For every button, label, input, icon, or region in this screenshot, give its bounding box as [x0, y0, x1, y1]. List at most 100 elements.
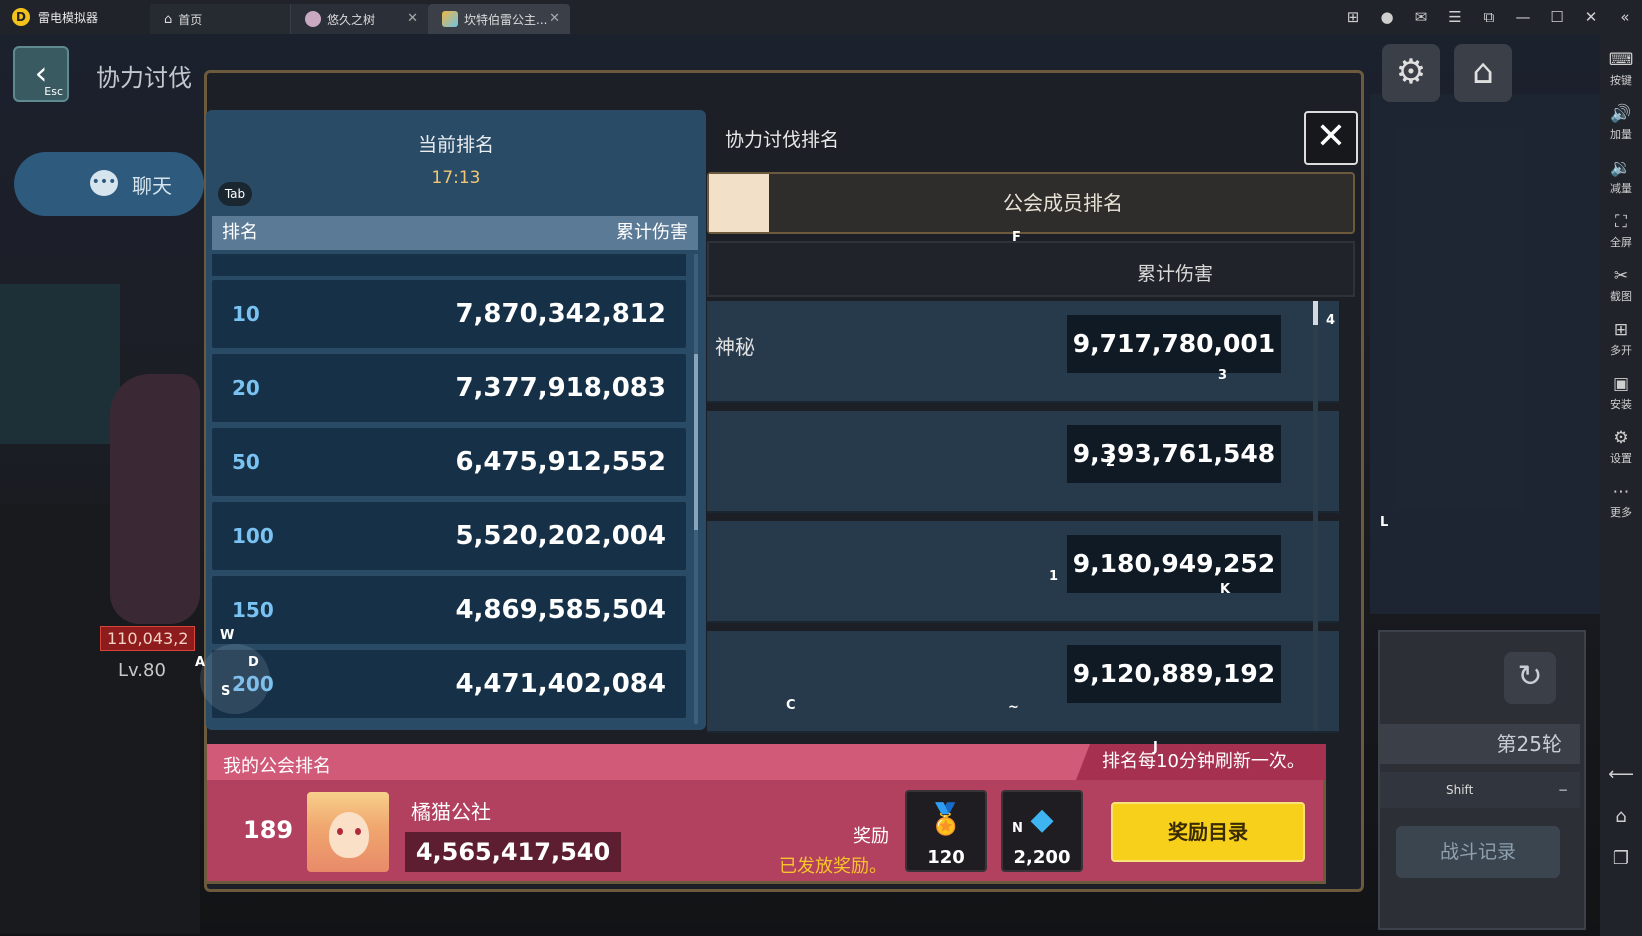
tab-game-tree-label: 悠久之树	[327, 12, 376, 27]
reward-item[interactable]: 🏅 120	[905, 790, 987, 872]
window-controls: ⊞ ● ✉ ☰ ⧉ — ☐ ✕ «	[1336, 0, 1642, 34]
damage-value: 5,520,202,004	[455, 521, 666, 551]
shift-key-row: Shift −	[1380, 772, 1580, 808]
dialog-title: 协力讨伐排名	[725, 129, 840, 151]
sidebar-item-label: 截图	[1610, 290, 1632, 303]
member-damage: 9,393,761,548	[1067, 425, 1281, 483]
sidebar-item-volume-down[interactable]: 🔉 减量	[1600, 158, 1642, 196]
back-button[interactable]: ‹ Esc	[13, 46, 69, 102]
rank-value: 150	[232, 598, 274, 622]
esc-key-hint: Esc	[44, 85, 63, 98]
nav-back-icon[interactable]: ⟵	[1600, 764, 1642, 785]
scissors-icon: ✂	[1613, 266, 1629, 286]
game-viewport: ‹ Esc 协力讨伐 ••• 聊天 110,043,2 Lv.80 ⚙ ⌂ ↻ …	[0, 34, 1600, 936]
tab-guild-member-ranking[interactable]: 公会成员排名	[773, 174, 1353, 232]
level-label: Lv.80	[118, 660, 166, 681]
nav-recent-icon[interactable]: ❐	[1600, 848, 1642, 869]
virtual-joystick[interactable]	[200, 644, 270, 714]
scrollbar-thumb[interactable]	[694, 354, 698, 530]
tab-game-tree[interactable]: 悠久之树 ✕	[290, 4, 428, 34]
refresh-icon[interactable]: ↻	[1504, 652, 1556, 704]
tab-key-hint: Tab	[218, 182, 252, 206]
sidebar-item-more[interactable]: ⋯ 更多	[1600, 482, 1642, 520]
tab-home[interactable]: ⌂ 首页	[150, 4, 290, 34]
collapse-icon[interactable]: «	[1608, 8, 1642, 26]
sidebar-item-label: 设置	[1610, 452, 1632, 465]
key-hint-k: K	[1220, 582, 1231, 597]
reward-list-button[interactable]: 奖励目录	[1111, 802, 1305, 862]
close-dialog-button[interactable]: ✕	[1304, 111, 1358, 165]
member-damage: 9,180,949,252	[1067, 535, 1281, 593]
sidebar-item-label: 按键	[1610, 74, 1632, 87]
ranking-scrollbar[interactable]	[694, 254, 698, 724]
fullscreen-icon: ⛶	[1615, 212, 1627, 232]
col-damage: 累计伤害	[616, 222, 688, 243]
damage-value: 7,377,918,083	[455, 373, 666, 403]
rank-value: 20	[232, 376, 260, 400]
scrollbar-thumb[interactable]	[1313, 301, 1318, 325]
hp-value: 110,043,2	[100, 626, 196, 651]
avatar-eye	[337, 828, 343, 835]
sidebar-item-label: 全屏	[1610, 236, 1632, 249]
tab-princess-connect-label: 坎特伯雷公主...	[464, 12, 548, 27]
close-icon[interactable]: ✕	[407, 11, 418, 26]
tab-princess-connect[interactable]: 坎特伯雷公主... ✕	[428, 4, 570, 34]
member-row[interactable]: 9,120,889,192	[707, 631, 1339, 733]
chat-button[interactable]: ••• 聊天	[14, 152, 204, 216]
member-row[interactable]: 神秘 9,717,780,001	[707, 301, 1339, 403]
battle-log-button[interactable]: 战斗记录	[1396, 826, 1560, 878]
member-list-scrollbar[interactable]	[1313, 301, 1318, 731]
member-damage: 9,120,889,192	[1067, 645, 1281, 703]
restore-icon[interactable]: ⧉	[1472, 8, 1506, 26]
settings-gear-icon[interactable]: ⚙	[1382, 44, 1440, 102]
chat-label: 聊天	[132, 173, 172, 198]
current-ranking-title: 当前排名	[417, 134, 494, 156]
maximize-icon[interactable]: ☐	[1540, 8, 1574, 26]
reward-qty: 2,200	[1013, 847, 1071, 868]
my-guild-damage: 4,565,417,540	[405, 832, 621, 872]
my-guild-title: 我的公会排名	[223, 756, 331, 777]
sidebar-item-keys[interactable]: ⌨ 按键	[1600, 50, 1642, 88]
keyboard-icon: ⌨	[1608, 50, 1634, 70]
close-icon[interactable]: ✕	[549, 11, 560, 26]
sidebar-item-multi[interactable]: ⊞ 多开	[1600, 320, 1642, 358]
sidebar-item-settings[interactable]: ⚙ 设置	[1600, 428, 1642, 466]
current-ranking-header: 排名 累计伤害	[212, 216, 698, 250]
medal-icon: 🏅	[927, 802, 965, 837]
sidebar-item-screenshot[interactable]: ✂ 截图	[1600, 266, 1642, 304]
list-item: 50 6,475,912,552	[212, 428, 686, 496]
close-window-icon[interactable]: ✕	[1574, 8, 1608, 26]
sidebar-item-fullscreen[interactable]: ⛶ 全屏	[1600, 212, 1642, 250]
list-item: 10 7,870,342,812	[212, 280, 686, 348]
sidebar-item-label: 多开	[1610, 344, 1632, 357]
key-hint-tilde: ~	[1008, 700, 1019, 715]
sidebar-item-volume-up[interactable]: 🔊 加量	[1600, 104, 1642, 142]
home-button-icon[interactable]: ⌂	[1454, 44, 1512, 102]
mail-icon[interactable]: ✉	[1404, 8, 1438, 26]
list-item: 20 7,377,918,083	[212, 354, 686, 422]
damage-value: 6,475,912,552	[455, 447, 666, 477]
member-row[interactable]: 9,393,761,548	[707, 411, 1339, 513]
emulator-titlebar: D 雷电模拟器 ⌂ 首页 悠久之树 ✕ 坎特伯雷公主... ✕ ⊞ ● ✉ ☰ …	[0, 0, 1642, 34]
list-item: 150 4,869,585,504	[212, 576, 686, 644]
nav-home-icon[interactable]: ⌂	[1600, 806, 1642, 827]
key-hint-a: A	[195, 655, 206, 670]
tab-guild-ranking[interactable]	[709, 174, 769, 232]
reward-label: 奖励	[853, 826, 889, 847]
member-row[interactable]: 9,180,949,252	[707, 521, 1339, 623]
gamepad-icon[interactable]: ⊞	[1336, 8, 1370, 26]
minimize-icon[interactable]: —	[1506, 8, 1540, 26]
gear-icon: ⚙	[1613, 428, 1629, 448]
menu-icon[interactable]: ☰	[1438, 8, 1472, 26]
shift-minus: −	[1557, 783, 1568, 797]
tab-home-label: 首页	[178, 12, 203, 27]
rank-value: 100	[232, 524, 274, 548]
home-icon: ⌂	[164, 11, 173, 27]
reward-qty: 120	[927, 847, 965, 868]
sidebar-item-install[interactable]: ▣ 安装	[1600, 374, 1642, 412]
account-icon[interactable]: ●	[1370, 8, 1404, 26]
member-table-header	[707, 241, 1355, 297]
my-guild-rank-bar: 我的公会排名 排名每10分钟刷新一次。 189 橘猫公社 4,565,417,5…	[204, 744, 1326, 884]
volume-up-icon: 🔊	[1610, 104, 1632, 124]
list-item-partial	[212, 254, 686, 276]
